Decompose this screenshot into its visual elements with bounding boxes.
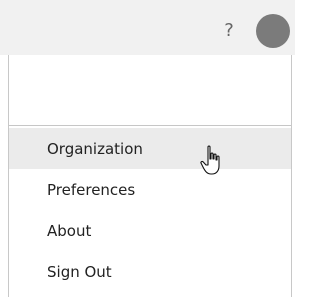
help-button[interactable]: ? <box>218 18 240 44</box>
user-dropdown-menu: Organization Preferences About Sign Out <box>8 55 292 297</box>
menu-item-sign-out[interactable]: Sign Out <box>9 251 291 292</box>
menu-item-about[interactable]: About <box>9 210 291 251</box>
user-avatar-button[interactable] <box>256 14 290 48</box>
menu-item-preferences[interactable]: Preferences <box>9 169 291 210</box>
menu-item-organization[interactable]: Organization <box>9 128 291 169</box>
menu-list: Organization Preferences About Sign Out <box>9 128 291 292</box>
dropdown-header <box>9 55 291 126</box>
top-bar: ? <box>0 0 295 55</box>
